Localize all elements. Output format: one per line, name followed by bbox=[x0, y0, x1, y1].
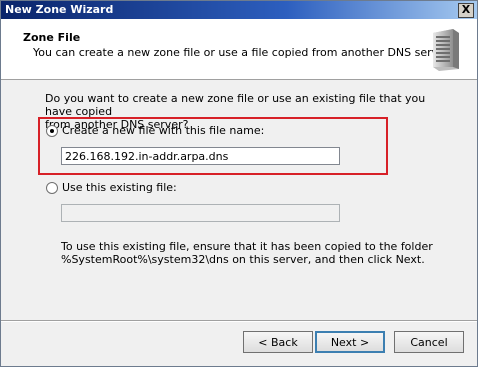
note-line-1: To use this existing file, ensure that i… bbox=[61, 240, 433, 253]
new-file-name-input[interactable]: 226.168.192.in-addr.arpa.dns bbox=[61, 147, 340, 165]
use-existing-file-radio[interactable] bbox=[46, 182, 58, 194]
server-icon bbox=[433, 29, 459, 71]
use-existing-file-label[interactable]: Use this existing file: bbox=[62, 181, 177, 194]
page-subtitle: You can create a new zone file or use a … bbox=[33, 46, 452, 59]
back-button[interactable]: < Back bbox=[243, 331, 313, 353]
window-title: New Zone Wizard bbox=[5, 3, 114, 16]
next-button[interactable]: Next > bbox=[315, 331, 385, 353]
question-line-1: Do you want to create a new zone file or… bbox=[45, 92, 426, 118]
note-line-2: %SystemRoot%\system32\dns on this server… bbox=[61, 253, 425, 266]
cancel-button[interactable]: Cancel bbox=[394, 331, 464, 353]
create-new-file-label[interactable]: Create a new file with this file name: bbox=[62, 124, 264, 137]
title-bar: New Zone Wizard X bbox=[1, 1, 477, 19]
close-button[interactable]: X bbox=[458, 3, 474, 18]
existing-file-input[interactable] bbox=[61, 204, 340, 222]
wizard-header: Zone File You can create a new zone file… bbox=[1, 19, 477, 80]
wizard-window: New Zone Wizard X Zone File You can crea… bbox=[0, 0, 478, 367]
wizard-body: Do you want to create a new zone file or… bbox=[1, 80, 477, 320]
footer-divider bbox=[1, 320, 477, 322]
existing-file-note: To use this existing file, ensure that i… bbox=[61, 240, 451, 266]
create-new-file-radio[interactable] bbox=[46, 125, 58, 137]
page-title: Zone File bbox=[23, 31, 81, 44]
